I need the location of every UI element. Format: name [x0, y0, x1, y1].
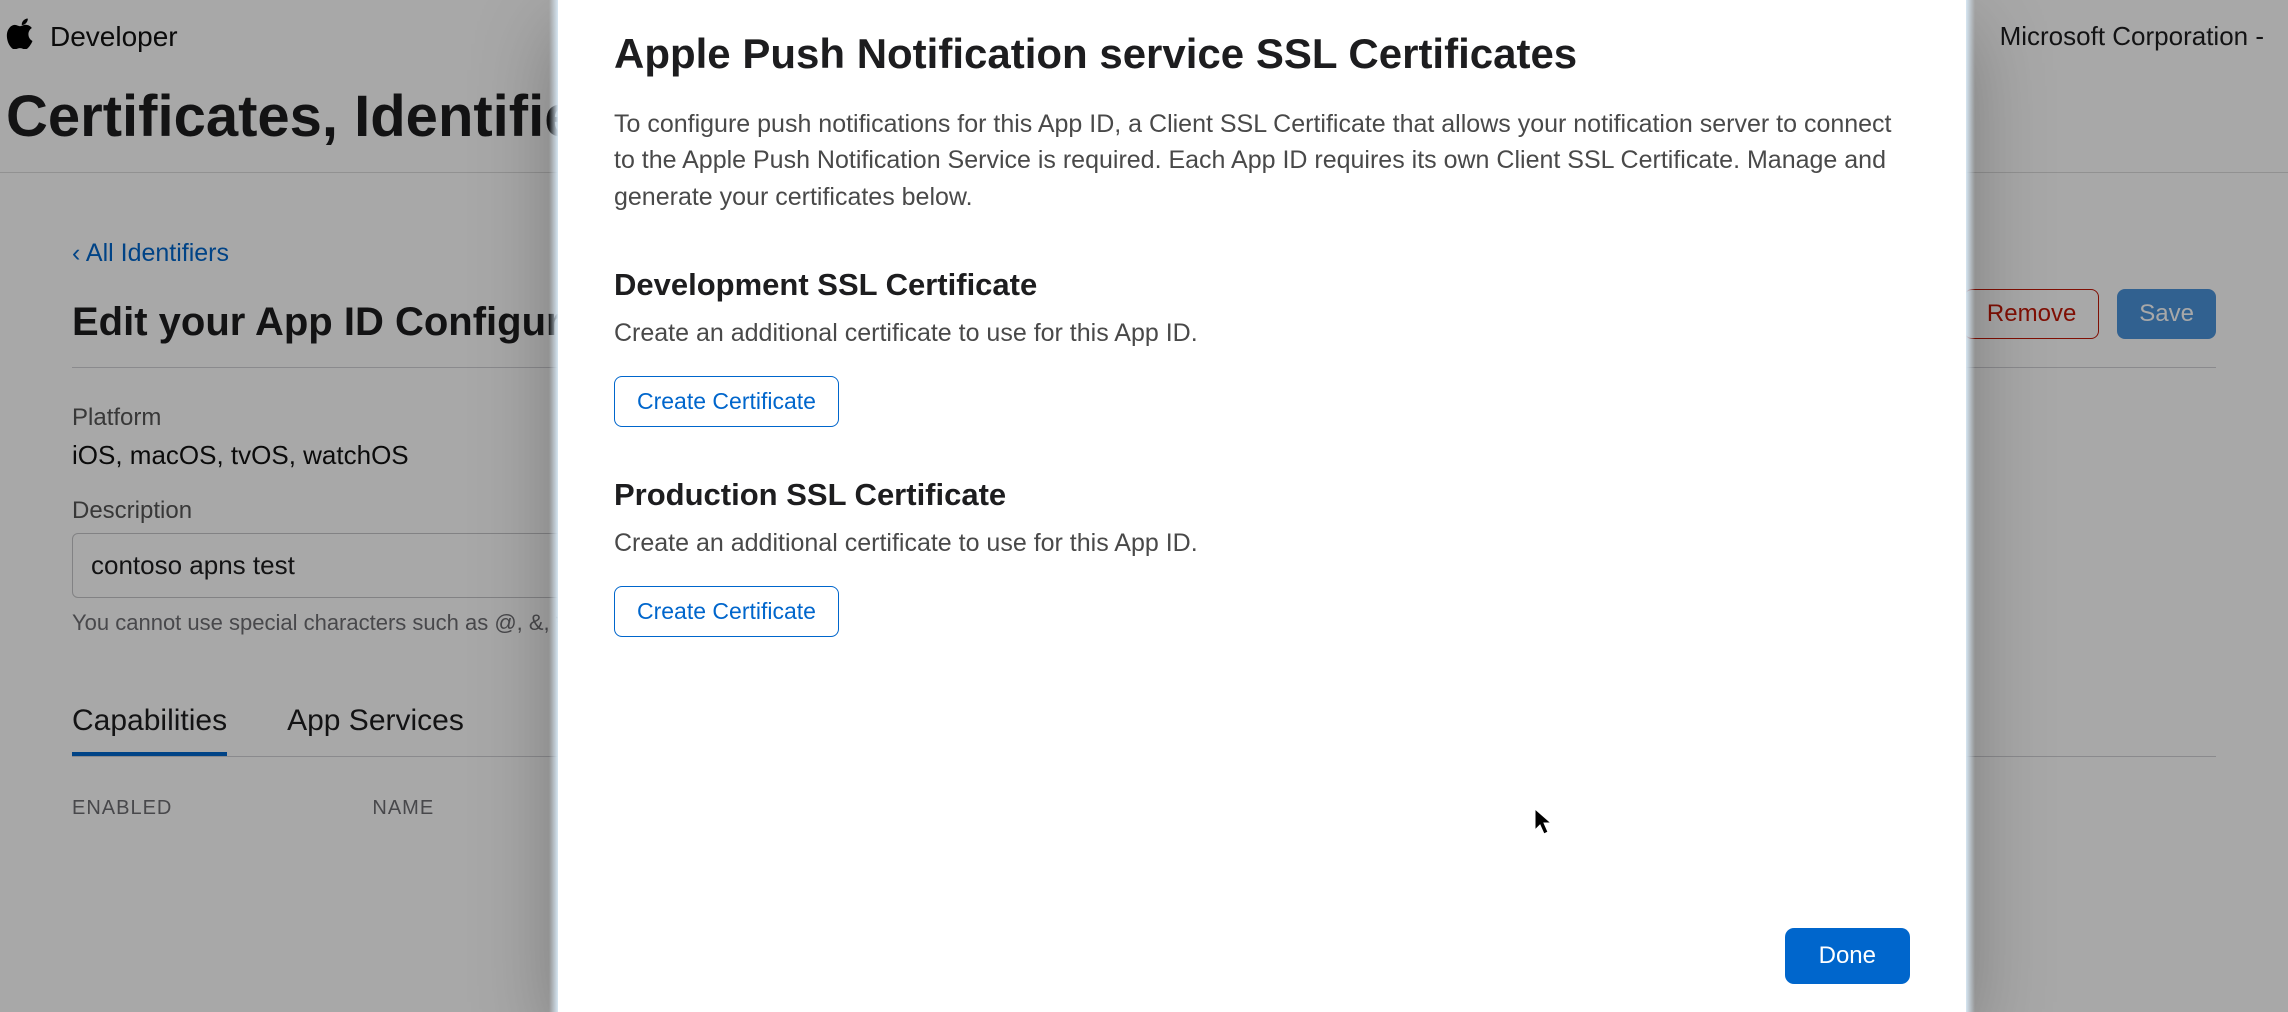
col-name: NAME [372, 797, 434, 820]
brand[interactable]: Developer [6, 17, 178, 56]
development-section: Development SSL Certificate Create an ad… [614, 267, 1910, 477]
save-button[interactable]: Save [2117, 289, 2216, 339]
tab-capabilities[interactable]: Capabilities [72, 704, 227, 756]
development-heading: Development SSL Certificate [614, 267, 1910, 303]
production-description: Create an additional certificate to use … [614, 529, 1910, 558]
modal-footer: Done [614, 928, 1910, 984]
create-dev-cert-button[interactable]: Create Certificate [614, 376, 839, 427]
apns-modal: Apple Push Notification service SSL Cert… [558, 0, 1966, 1012]
col-enabled: ENABLED [72, 797, 172, 820]
modal-title: Apple Push Notification service SSL Cert… [614, 30, 1910, 78]
create-prod-cert-button[interactable]: Create Certificate [614, 586, 839, 637]
production-heading: Production SSL Certificate [614, 477, 1910, 513]
production-section: Production SSL Certificate Create an add… [614, 477, 1910, 687]
brand-text: Developer [50, 21, 178, 53]
apple-logo-icon [6, 17, 38, 56]
back-link[interactable]: ‹ All Identifiers [72, 239, 229, 268]
tab-app-services[interactable]: App Services [287, 704, 464, 756]
org-name[interactable]: Microsoft Corporation - [2000, 21, 2264, 52]
done-button[interactable]: Done [1785, 928, 1910, 984]
remove-button[interactable]: Remove [1964, 289, 2099, 339]
modal-intro: To configure push notifications for this… [614, 106, 1910, 215]
development-description: Create an additional certificate to use … [614, 319, 1910, 348]
